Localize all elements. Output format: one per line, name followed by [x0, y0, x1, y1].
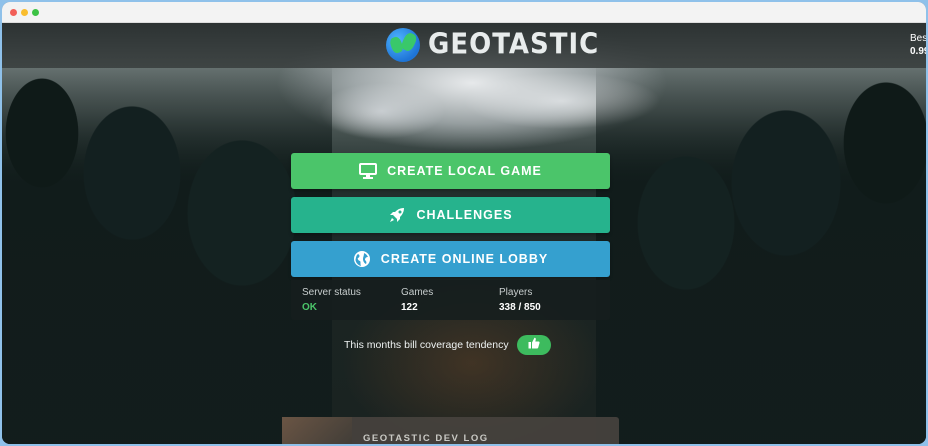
games-value: 122	[401, 302, 418, 313]
create-local-game-button[interactable]: CREATE LOCAL GAME	[291, 153, 610, 189]
rocket-icon	[388, 206, 406, 224]
background-forest-image	[2, 23, 926, 444]
challenges-label: CHALLENGES	[416, 208, 513, 222]
dev-log-title: GEOTASTIC DEV LOG	[363, 433, 489, 444]
server-status-value: OK	[302, 302, 317, 313]
server-status-stat: Server status OK	[302, 287, 361, 313]
players-label: Players	[499, 287, 533, 298]
window-titlebar	[2, 2, 926, 23]
best-score-label: Best	[910, 33, 926, 44]
players-value: 338 / 850	[499, 302, 541, 313]
browser-window: GEOTASTIC Best 0.99 CREATE LOCAL GAME CH…	[2, 2, 926, 444]
best-score: Best 0.99	[910, 32, 926, 58]
dev-log-card[interactable]: GEOTASTIC DEV LOG	[282, 417, 619, 444]
dev-log-thumbnail	[282, 417, 352, 444]
maximize-window-button[interactable]	[32, 9, 39, 16]
create-online-lobby-label: CREATE ONLINE LOBBY	[380, 252, 549, 266]
games-stat: Games 122	[401, 287, 433, 313]
app-title: GEOTASTIC	[428, 28, 600, 62]
server-stats-panel: Server status OK Games 122 Players 338 /…	[291, 280, 610, 320]
globe-icon	[353, 250, 371, 268]
close-window-button[interactable]	[10, 9, 17, 16]
thumbs-up-badge[interactable]	[516, 335, 551, 355]
players-stat: Players 338 / 850	[499, 287, 541, 313]
best-score-value: 0.99	[910, 46, 926, 57]
minimize-window-button[interactable]	[21, 9, 28, 16]
server-status-label: Server status	[302, 287, 361, 298]
globe-logo-icon	[386, 28, 420, 62]
thumbs-up-icon	[528, 336, 540, 354]
create-local-game-label: CREATE LOCAL GAME	[387, 164, 542, 178]
bill-coverage-text: This months bill coverage tendency	[344, 339, 509, 351]
create-online-lobby-button[interactable]: CREATE ONLINE LOBBY	[291, 241, 610, 277]
app-logo[interactable]: GEOTASTIC	[386, 27, 599, 63]
bill-coverage-tendency: This months bill coverage tendency	[344, 335, 551, 355]
games-label: Games	[401, 287, 434, 298]
monitor-icon	[359, 163, 378, 179]
challenges-button[interactable]: CHALLENGES	[291, 197, 610, 233]
